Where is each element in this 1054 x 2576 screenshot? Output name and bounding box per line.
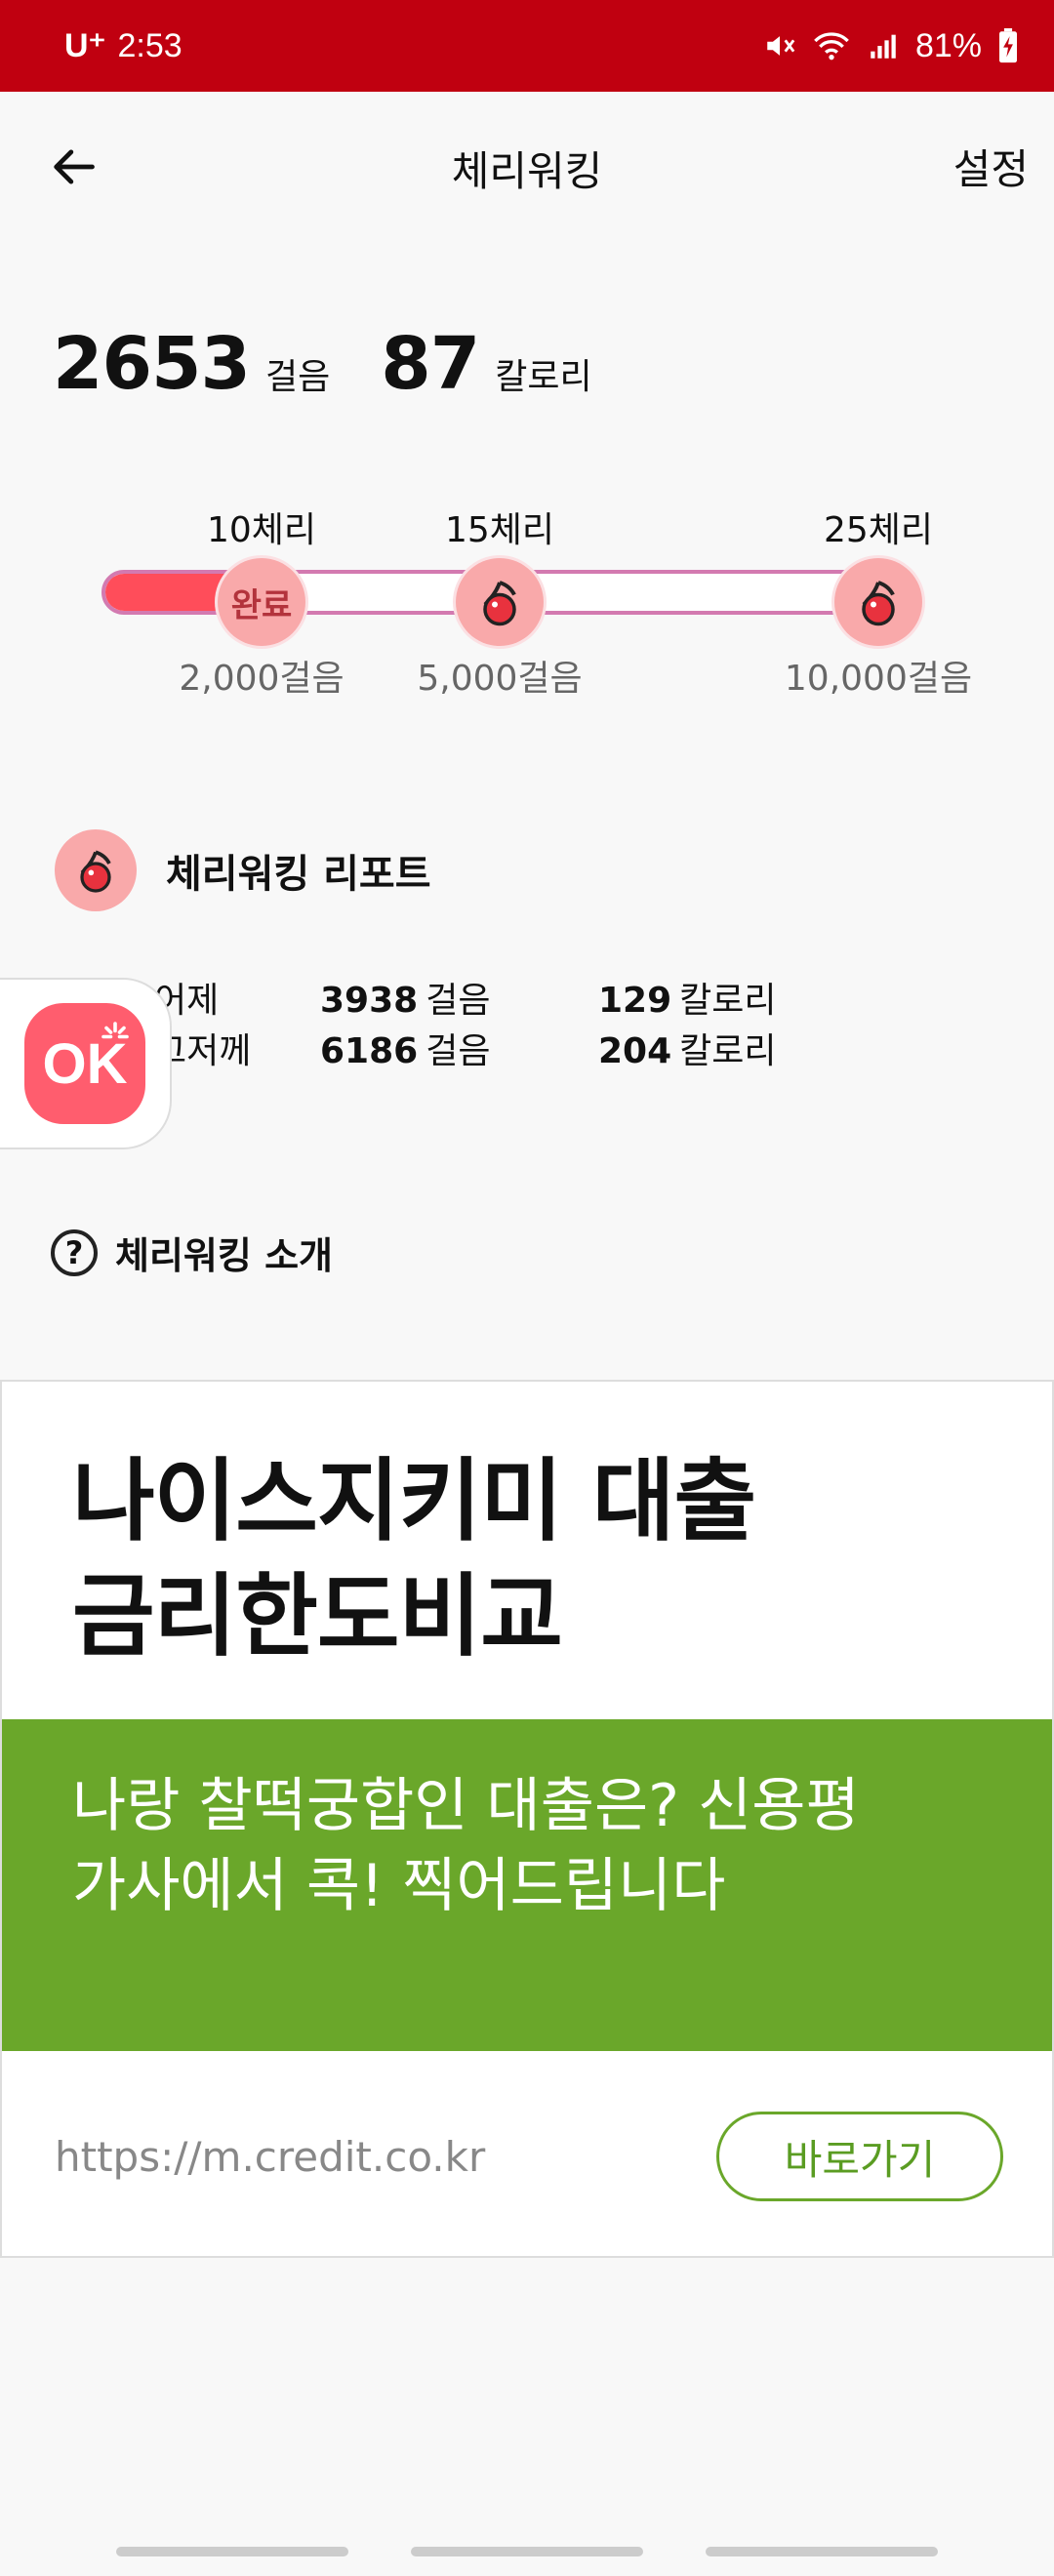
milestone-steps: 5,000걸음 [417, 659, 583, 699]
battery-charging-icon [997, 28, 1019, 63]
step-progress: 10체리 완료 2,000걸음 15체리 5,000걸음 25체리 10,000… [0, 488, 1054, 703]
ad-cta-button[interactable]: 바로가기 [716, 2112, 1003, 2201]
ok-logo-icon: OK [24, 1003, 145, 1124]
report-day: 어제 [154, 981, 220, 1021]
ad-banner[interactable]: 나이스지키미 대출 금리한도비교 나랑 찰떡궁합인 대출은? 신용평 가사에서 … [0, 1380, 1054, 2258]
report-calories: 129 [598, 981, 672, 1021]
milestone-reward: 10체리 [206, 510, 317, 550]
status-bar: U⁺ 2:53 81% [0, 0, 1054, 92]
ad-headline-line: 나이스지키미 대출 [72, 1449, 756, 1553]
report-title: 체리워킹 리포트 [166, 852, 431, 897]
report-calories-unit: 칼로리 [679, 1031, 777, 1071]
complete-label: 완료 [230, 585, 293, 625]
milestone-steps: 2,000걸음 [179, 659, 345, 699]
report-header: 체리워킹 리포트 [55, 829, 431, 911]
milestone-complete-badge: 완료 [218, 558, 305, 646]
page-title: 체리워킹 [451, 147, 603, 195]
milestone-3: 25체리 10,000걸음 [781, 502, 976, 701]
mute-icon [763, 29, 796, 62]
ad-description-line: 나랑 찰떡궁합인 대출은? 신용평 [72, 1772, 860, 1840]
ad-description-panel: 나랑 찰떡궁합인 대출은? 신용평 가사에서 콕! 찍어드립니다 [2, 1719, 1052, 2051]
milestone-1: 10체리 완료 2,000걸음 [164, 502, 359, 701]
report-calories-unit: 칼로리 [679, 981, 777, 1021]
cherry-icon [456, 558, 544, 646]
report-steps-unit: 걸음 [426, 981, 491, 1021]
ad-description: 나랑 찰떡궁합인 대출은? 신용평 가사에서 콕! 찍어드립니다 [72, 1766, 993, 1926]
report-steps: 3938 [320, 981, 419, 1021]
cherry-icon [55, 829, 137, 911]
steps-value: 2653 [53, 322, 251, 406]
today-summary: 2653 걸음 87 칼로리 [53, 322, 643, 406]
nav-home[interactable] [411, 2547, 643, 2556]
ad-description-line: 가사에서 콕! 찍어드립니다 [72, 1852, 726, 1920]
cherry-icon [834, 558, 922, 646]
battery-percent: 81% [914, 26, 982, 64]
calories-value: 87 [381, 322, 480, 406]
ad-url: https://m.credit.co.kr [55, 2133, 486, 2181]
report-list: 어제 3938 걸음 129 칼로리 그저께 6186 걸음 204 칼로리 [154, 972, 777, 1073]
report-steps: 6186 [320, 1031, 419, 1071]
report-row-yesterday: 어제 3938 걸음 129 칼로리 [154, 972, 777, 1023]
carrier-label: U⁺ [64, 27, 106, 64]
intro-link[interactable]: ? 체리워킹 소개 [51, 1226, 333, 1279]
steps-unit: 걸음 [264, 357, 331, 397]
ok-cashbag-floating-button[interactable]: OK [0, 978, 172, 1149]
system-nav-bar [0, 2533, 1054, 2576]
signal-icon [867, 29, 900, 62]
calories-unit: 칼로리 [495, 357, 592, 397]
nav-recents[interactable] [116, 2547, 348, 2556]
milestone-steps: 10,000걸음 [784, 659, 973, 699]
help-icon: ? [51, 1228, 98, 1276]
milestone-2: 15체리 5,000걸음 [402, 502, 597, 701]
milestone-reward: 25체리 [823, 510, 934, 550]
intro-label: 체리워킹 소개 [115, 1234, 333, 1277]
report-row-day-before: 그저께 6186 걸음 204 칼로리 [154, 1023, 777, 1073]
report-steps-unit: 걸음 [426, 1031, 491, 1071]
nav-back[interactable] [706, 2547, 938, 2556]
app-bar: 체리워킹 설정 [0, 92, 1054, 238]
milestone-reward: 15체리 [444, 510, 555, 550]
ad-headline-line: 금리한도비교 [72, 1564, 563, 1669]
report-calories: 204 [598, 1031, 672, 1071]
settings-button[interactable]: 설정 [953, 137, 1029, 196]
clock: 2:53 [117, 26, 182, 64]
wifi-icon [812, 29, 851, 62]
ad-headline: 나이스지키미 대출 금리한도비교 [72, 1444, 756, 1674]
report-day: 그저께 [154, 1031, 252, 1071]
